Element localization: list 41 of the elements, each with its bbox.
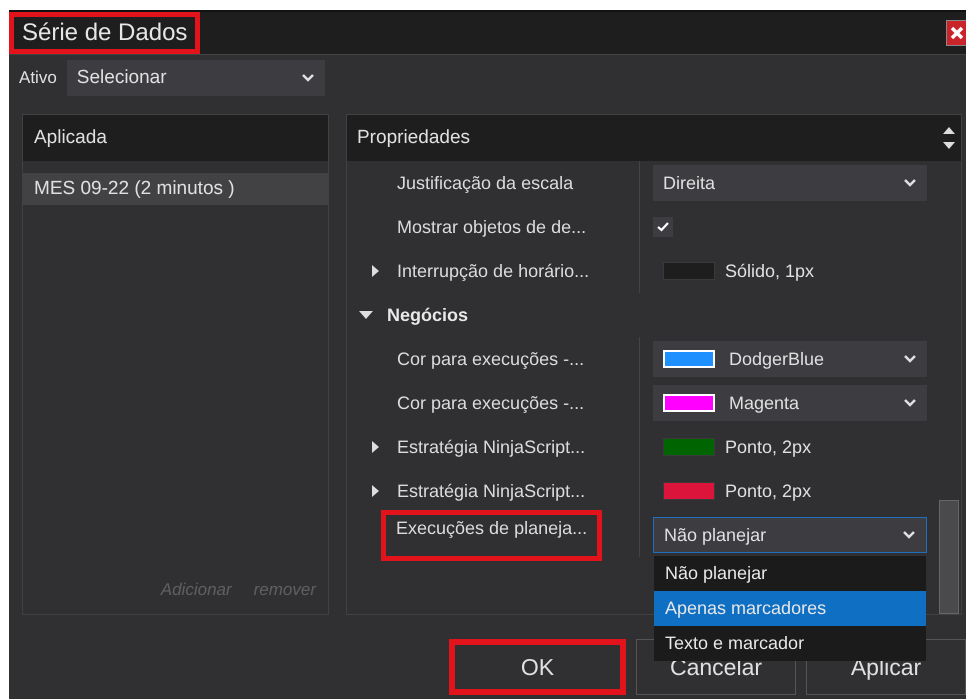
checkbox[interactable]	[653, 217, 673, 237]
collapsed-triangle-icon[interactable]	[372, 265, 378, 277]
property-label: Cor para execuções -...	[397, 348, 584, 371]
color-dropdown[interactable]: DodgerBlue	[653, 341, 927, 377]
property-label: Estratégia NinjaScript...	[397, 480, 586, 503]
property-label: Interrupção de horário...	[397, 260, 590, 283]
dropdown-option[interactable]: Apenas marcadores	[654, 591, 926, 626]
chevron-down-icon	[903, 178, 917, 188]
category-label: Negócios	[387, 304, 468, 327]
series-item[interactable]: MES 09-22 (2 minutos )	[23, 173, 328, 205]
instrument-label: Ativo	[19, 67, 57, 90]
window-title: Série de Dados	[9, 12, 200, 54]
property-label: Execuções de planeja...	[381, 510, 602, 560]
color-dropdown[interactable]: Magenta	[653, 385, 927, 421]
property-label: Mostrar objetos de de...	[397, 216, 586, 239]
chevron-down-icon	[903, 354, 917, 364]
collapsed-triangle-icon[interactable]	[372, 485, 378, 497]
stroke-value: Sólido, 1px	[725, 260, 814, 283]
chevron-down-icon	[903, 398, 917, 408]
close-icon	[950, 26, 964, 40]
check-icon	[657, 222, 669, 232]
dropdown-field[interactable]: Direita	[653, 165, 927, 201]
scroll-down-icon[interactable]	[943, 142, 955, 149]
stroke-value: Ponto, 2px	[725, 480, 812, 503]
property-label: Cor para execuções -...	[397, 392, 584, 415]
panel-header: Propriedades	[356, 126, 472, 150]
panel-header: Aplicada	[23, 115, 328, 161]
chevron-down-icon	[300, 73, 315, 83]
chevron-down-icon	[902, 530, 916, 540]
instrument-dropdown[interactable]: Selecionar	[66, 60, 325, 96]
property-label: Justificação da escala	[397, 172, 574, 195]
scrollbar-thumb[interactable]	[939, 500, 959, 614]
stroke-value: Ponto, 2px	[725, 436, 812, 459]
expanded-triangle-icon[interactable]	[359, 311, 373, 319]
dropdown-field[interactable]: Não planejar	[653, 517, 927, 553]
property-label: Estratégia NinjaScript...	[397, 436, 586, 459]
scroll-up-icon[interactable]	[943, 127, 955, 134]
dialog-button[interactable]: OK	[449, 639, 626, 695]
dropdown-option[interactable]: Não planejar	[654, 556, 926, 591]
close-button[interactable]	[946, 20, 966, 46]
collapsed-triangle-icon[interactable]	[372, 441, 378, 453]
